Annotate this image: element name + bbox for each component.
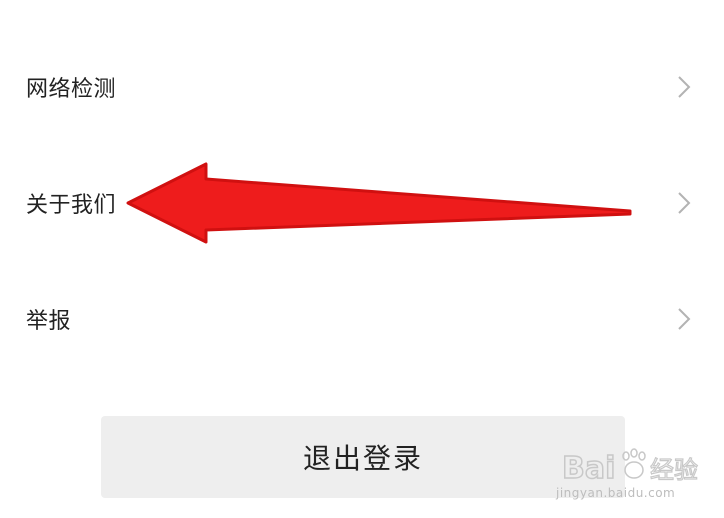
chevron-right-icon — [678, 308, 691, 330]
menu-item-report[interactable]: 举报 — [0, 289, 724, 349]
chevron-right-icon — [678, 76, 691, 98]
menu-item-label: 关于我们 — [26, 193, 117, 218]
svg-text:经验: 经验 — [650, 456, 698, 484]
menu-item-label: 举报 — [26, 309, 72, 334]
chevron-right-icon — [678, 192, 691, 214]
menu-item-label: 网络检测 — [26, 77, 117, 102]
logout-button[interactable]: 退出登录 — [101, 416, 625, 498]
menu-item-about-us[interactable]: 关于我们 — [0, 173, 724, 233]
menu-item-network-check[interactable]: 网络检测 — [0, 57, 724, 117]
